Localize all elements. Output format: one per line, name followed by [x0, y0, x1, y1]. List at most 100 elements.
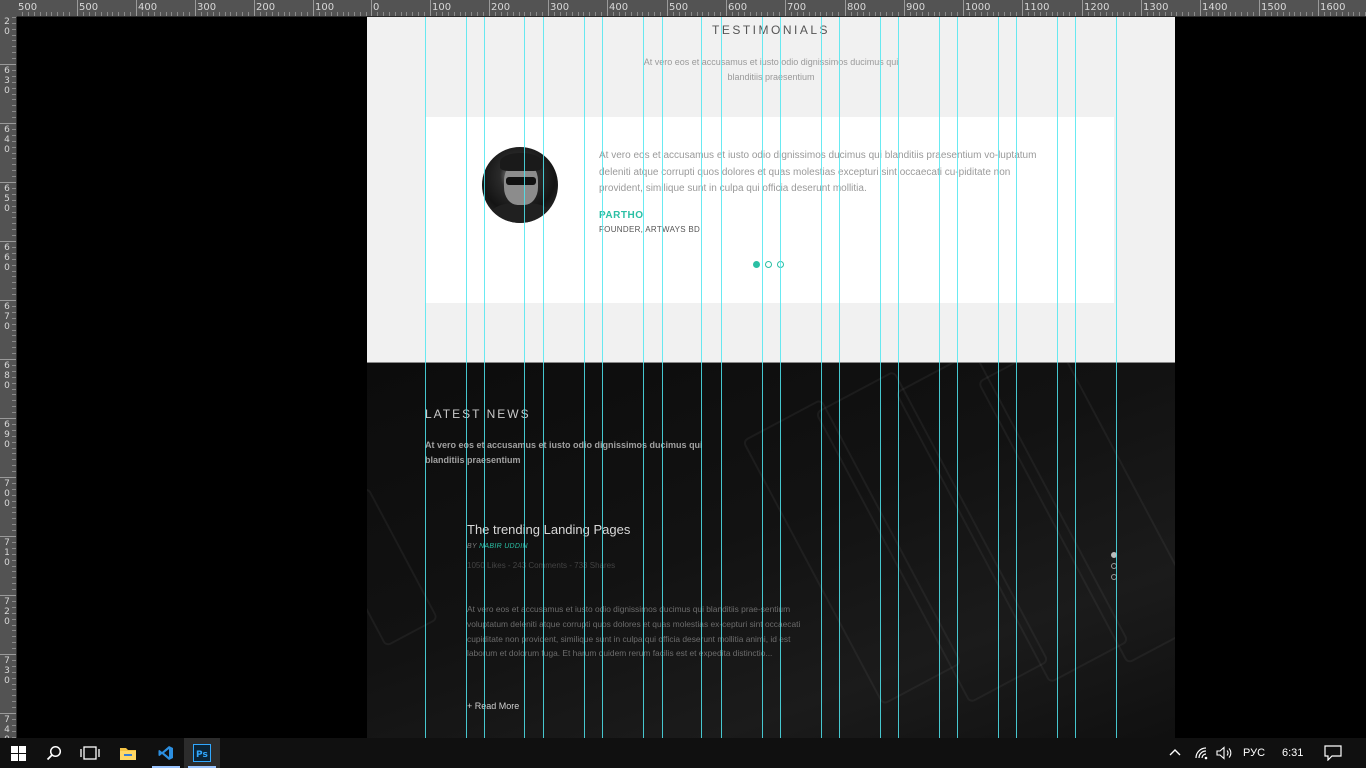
task-view-icon[interactable]	[72, 738, 108, 768]
ruler-minor-tick	[856, 12, 858, 16]
ruler-minor-tick	[94, 12, 96, 16]
network-wifi-icon[interactable]	[1194, 738, 1210, 768]
ruler-minor-tick	[165, 12, 167, 16]
ruler-minor-tick	[618, 12, 620, 16]
ruler-minor-tick	[1235, 12, 1237, 16]
ruler-minor-tick	[12, 329, 16, 331]
ruler-minor-tick	[1170, 12, 1172, 16]
carousel-dot[interactable]	[765, 261, 772, 268]
show-hidden-icons-icon[interactable]	[1168, 738, 1182, 768]
ruler-minor-tick	[12, 494, 16, 496]
ruler-minor-tick	[366, 12, 368, 16]
ruler-minor-tick	[12, 636, 16, 638]
testimonials-section: TESTIMONIALS At vero eos et accusamus et…	[367, 17, 1175, 362]
slider-dot[interactable]	[1111, 563, 1117, 569]
document-canvas[interactable]: TESTIMONIALS At vero eos et accusamus et…	[367, 17, 1175, 738]
ruler-tick	[607, 0, 608, 16]
post-author[interactable]: NABIR UDDIN	[479, 543, 528, 550]
ruler-tick	[195, 0, 196, 16]
search-icon[interactable]	[36, 738, 72, 768]
ruler-minor-tick	[808, 12, 810, 16]
clock[interactable]: 6:31	[1282, 738, 1303, 768]
volume-icon[interactable]	[1216, 738, 1234, 768]
ruler-tick	[1141, 0, 1142, 16]
ruler-minor-tick	[1211, 12, 1213, 16]
windows-taskbar: Ps РУС 6:31	[0, 738, 1366, 768]
ruler-tick	[0, 123, 16, 124]
photoshop-icon[interactable]: Ps	[184, 738, 220, 768]
ruler-minor-tick	[435, 12, 437, 16]
ruler-minor-tick	[512, 12, 514, 16]
ruler-tick	[845, 0, 846, 16]
slider-dot[interactable]	[1111, 574, 1117, 580]
ruler-minor-tick	[12, 512, 16, 514]
ruler-tick	[0, 182, 16, 183]
read-more-link[interactable]: + Read More	[467, 701, 519, 711]
ruler-minor-tick	[12, 22, 16, 24]
ruler-minor-tick	[933, 12, 935, 16]
ruler-label: 690	[4, 420, 10, 450]
ruler-label: 620	[4, 17, 10, 37]
ruler-minor-tick	[12, 577, 16, 579]
ruler-minor-tick	[12, 211, 16, 213]
ruler-label: 740	[4, 715, 10, 738]
ruler-minor-tick	[307, 12, 309, 16]
ruler-minor-tick	[471, 12, 473, 16]
ruler-minor-tick	[1075, 12, 1077, 16]
vscode-icon[interactable]	[148, 738, 184, 768]
ruler-minor-tick	[565, 12, 567, 16]
horizontal-ruler[interactable]: 500 500 400 300 200 100 0 100 200 300 400 500 600 700…	[0, 0, 1366, 17]
ruler-minor-tick	[1182, 12, 1184, 16]
ruler-minor-tick	[1247, 12, 1249, 16]
ruler-tick	[1318, 0, 1319, 16]
ruler-minor-tick	[12, 105, 16, 107]
ruler-minor-tick	[832, 12, 834, 16]
background-decoration	[367, 486, 439, 648]
ruler-minor-tick	[737, 12, 739, 16]
ruler-minor-tick	[394, 12, 396, 16]
slider-dot[interactable]	[1111, 552, 1117, 558]
ruler-minor-tick	[277, 12, 279, 16]
carousel-dot[interactable]	[777, 261, 784, 268]
ruler-minor-tick	[289, 12, 291, 16]
post-title[interactable]: The trending Landing Pages	[467, 522, 630, 537]
ruler-minor-tick	[12, 46, 16, 48]
ruler-label: 630	[4, 66, 10, 96]
ruler-minor-tick	[1323, 12, 1325, 16]
ruler-minor-tick	[648, 12, 650, 16]
ruler-minor-tick	[12, 99, 16, 101]
ruler-minor-tick	[1359, 12, 1361, 16]
ruler-minor-tick	[1135, 12, 1137, 16]
ruler-minor-tick	[820, 12, 822, 16]
ruler-minor-tick	[12, 276, 16, 278]
ruler-minor-tick	[518, 12, 520, 16]
ruler-minor-tick	[360, 12, 362, 16]
file-explorer-icon[interactable]	[110, 738, 146, 768]
ruler-minor-tick	[189, 12, 191, 16]
ruler-minor-tick	[1312, 12, 1314, 16]
carousel-dot[interactable]	[753, 261, 760, 268]
ruler-minor-tick	[12, 347, 16, 349]
ruler-minor-tick	[12, 111, 16, 113]
ruler-minor-tick	[12, 170, 16, 172]
ruler-tick	[0, 713, 16, 714]
action-center-icon[interactable]	[1324, 738, 1342, 768]
ruler-minor-tick	[12, 583, 16, 585]
testimonial-card: At vero eos et accusamus et iusto odio d…	[425, 117, 1114, 303]
ruler-minor-tick	[1146, 12, 1148, 16]
vertical-ruler[interactable]: 620 630 640 650 660 670 680 690 700 710 720 730 740	[0, 17, 17, 738]
ruler-minor-tick	[12, 52, 16, 54]
ruler-minor-tick	[12, 229, 16, 231]
ruler-minor-tick	[424, 12, 426, 16]
ruler-minor-tick	[259, 12, 261, 16]
windows-start-icon[interactable]	[0, 738, 36, 768]
ruler-minor-tick	[986, 12, 988, 16]
ruler-minor-tick	[12, 701, 16, 703]
ruler-minor-tick	[12, 707, 16, 709]
ruler-minor-tick	[12, 146, 16, 148]
ruler-minor-tick	[12, 606, 16, 608]
ruler-minor-tick	[12, 58, 16, 60]
input-language[interactable]: РУС	[1243, 738, 1265, 768]
news-slider-dots	[1111, 552, 1117, 580]
ruler-minor-tick	[1057, 12, 1059, 16]
